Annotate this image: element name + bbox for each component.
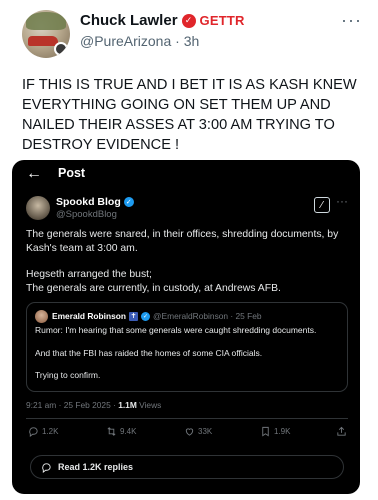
timestamp-text: 9:21 am · 25 Feb 2025 · [26,400,119,410]
grok-icon: ⁄ [314,197,330,213]
post-time: 3h [183,33,200,49]
like-button: 33K [184,426,212,437]
quoted-post-text: Rumor: I'm hearing that some generals we… [35,325,341,393]
divider [26,418,348,419]
heart-icon [185,428,194,436]
author-handle-row: @PureArizona · 3h [80,33,200,49]
platform-label: GETTR [199,13,245,28]
reply-button: 1.2K [28,426,58,437]
gettr-logo-icon: ✓ [181,13,196,28]
inner-author-display-name: Spookd Blog [56,196,121,208]
quoted-author-meta: @EmeraldRobinson · 25 Feb [153,311,262,321]
reply-icon [29,427,38,437]
repost-button: 9.4K [106,426,136,437]
quoted-post: Emerald Robinson ✝ ✓ @EmeraldRobinson · … [26,302,348,392]
author-name-row: Chuck Lawler ✓ GETTR [80,12,245,29]
author-handle[interactable]: @PureArizona [80,33,171,49]
quoted-paragraph: Rumor: I'm hearing that some generals we… [35,325,317,335]
inner-paragraph: The generals were snared, in their offic… [26,229,339,254]
quoted-author-avatar [35,310,48,323]
quoted-author-row: Emerald Robinson ✝ ✓ @EmeraldRobinson · … [52,311,262,321]
chat-bubble-icon [42,462,51,473]
share-button [336,426,347,437]
back-arrow-icon: ← [26,165,42,182]
embedded-screenshot[interactable]: ← Post Spookd Blog ✓ @SpookdBlog ⁄ ··· T… [12,160,360,494]
like-count: 33K [198,427,213,436]
verified-icon: ✓ [123,197,134,207]
post-header: Chuck Lawler ✓ GETTR @PureArizona · 3h ·… [22,10,362,58]
quoted-paragraph: And that the FBI has raided the homes of… [35,347,263,358]
post-text: IF THIS IS TRUE AND I BET IT IS AS KASH … [22,77,357,153]
inner-post-text: The generals were snared, in their offic… [26,228,348,308]
inner-paragraph: Hegseth arranged the bust; The generals … [26,269,281,294]
views-label: Views [136,400,162,410]
inner-author-handle: @SpookdBlog [56,209,117,220]
inner-author-avatar [26,196,50,220]
bookmark-icon [262,426,269,437]
repost-count: 9.4K [120,427,137,436]
bookmark-button: 1.9K [260,426,290,437]
action-bar: 1.2K 9.4K 33K 1.9K [26,426,348,440]
views-count: 1.1M [118,400,137,410]
post-timestamp: 9:21 am · 25 Feb 2025 · 1.1M Views [26,400,161,410]
share-icon [337,426,346,436]
repost-icon [107,427,116,436]
quoted-author-name: Emerald Robinson [52,311,126,321]
read-replies-label: Read 1.2K replies [58,462,134,472]
author-avatar[interactable] [22,10,70,58]
screenshot-header: ← Post [12,160,360,188]
verified-icon: ✓ [141,311,150,321]
inner-author-name-row: Spookd Blog ✓ [56,196,134,208]
author-display-name[interactable]: Chuck Lawler [80,12,178,29]
screenshot-title: Post [58,166,86,180]
quoted-paragraph: Trying to confirm. [35,370,101,380]
bookmark-count: 1.9K [274,427,291,436]
more-options-icon[interactable]: ··· [341,10,362,31]
cross-icon: ✝ [129,311,138,321]
reply-count: 1.2K [42,427,59,436]
read-replies-button: Read 1.2K replies [30,455,344,479]
inner-more-icon: ··· [336,194,348,208]
